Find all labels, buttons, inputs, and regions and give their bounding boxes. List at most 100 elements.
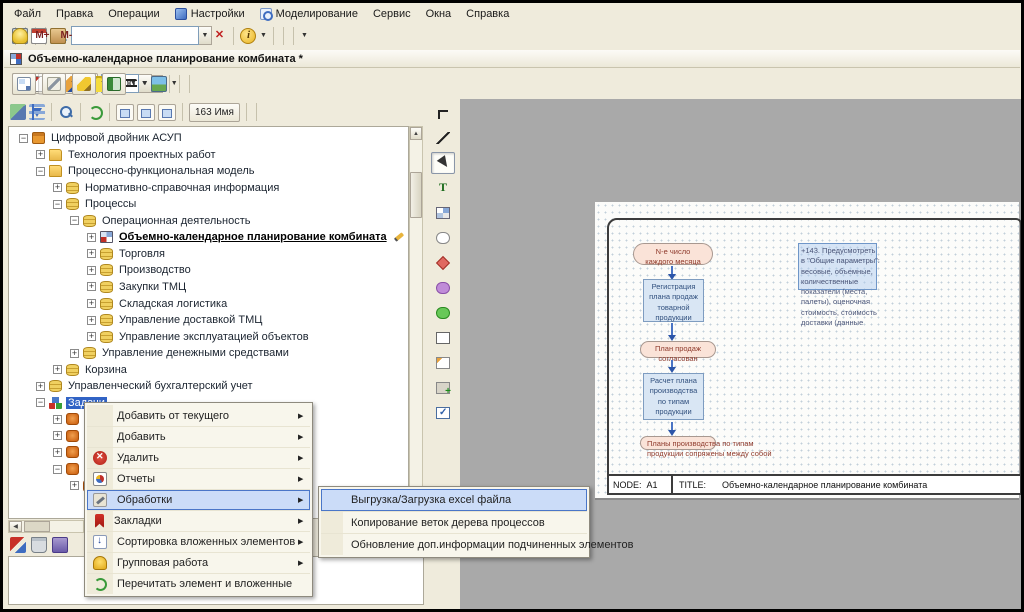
expand-toggle-icon[interactable]: − <box>36 167 45 176</box>
menu-окна[interactable]: Окна <box>426 8 452 20</box>
scroll-thumb[interactable] <box>410 172 422 218</box>
menu-файл[interactable]: Файл <box>14 8 41 20</box>
scroll-thumb[interactable] <box>24 521 50 532</box>
dropdown-icon[interactable]: ▼ <box>171 80 178 87</box>
context-menu-item[interactable]: Сортировка вложенных элементов ▶ <box>87 531 310 552</box>
menu-справка[interactable]: Справка <box>466 8 509 20</box>
search-dropdown-icon[interactable]: ▼ <box>199 26 212 45</box>
structure-icon[interactable] <box>29 104 45 120</box>
expand-toggle-icon[interactable]: + <box>36 382 45 391</box>
tree-item[interactable]: − Процессно-функциональная модель <box>36 163 256 179</box>
context-menu-item[interactable]: Отчеты ▶ <box>87 468 310 489</box>
process-shape[interactable]: Расчет планапроизводствапо типампродукци… <box>643 373 704 420</box>
lamp-icon[interactable] <box>12 28 28 44</box>
expand-toggle-icon[interactable]: + <box>87 249 96 258</box>
tree-item[interactable]: + <box>53 411 87 427</box>
hierarchy-icon[interactable] <box>12 73 36 95</box>
calculator-memory-button[interactable]: M+ <box>31 30 53 41</box>
tree-horizontal-scrollbar[interactable]: ◀ <box>8 520 84 533</box>
check-tool[interactable] <box>431 402 455 424</box>
expand-toggle-icon[interactable]: + <box>87 266 96 275</box>
tree-item[interactable]: + Объемно-календарное планирование комби… <box>87 229 404 245</box>
process-shape[interactable]: Регистрацияплана продажтоварнойпродукции <box>643 279 704 322</box>
tree-vertical-scrollbar[interactable]: ▲ ▼ <box>409 126 423 519</box>
scroll-left-icon[interactable]: ◀ <box>9 521 22 532</box>
tree-item[interactable]: + Технология проектных работ <box>36 147 218 163</box>
event-shape[interactable]: N-е числокаждого месяца <box>633 243 713 265</box>
tree-item[interactable]: + <box>53 428 87 444</box>
expand-toggle-icon[interactable]: + <box>70 349 79 358</box>
import-icon[interactable] <box>10 104 26 120</box>
refresh-tree-icon[interactable] <box>87 104 103 120</box>
print-saved-icon[interactable] <box>52 537 68 553</box>
search-clear-icon[interactable]: ✕ <box>212 26 227 45</box>
picture-icon[interactable] <box>151 76 167 92</box>
context-menu-item[interactable]: Удалить ▶ <box>87 447 310 468</box>
expand-toggle-icon[interactable]: + <box>53 415 62 424</box>
note-text[interactable]: +143. Предусмотретьв "Общие параметры":в… <box>801 246 913 328</box>
tree-item[interactable]: + Торговля <box>87 246 167 262</box>
highlighter-icon[interactable] <box>72 73 96 95</box>
event-shape[interactable]: Планы производства по типампродукции соп… <box>640 436 716 450</box>
flow-arrow[interactable] <box>671 323 673 336</box>
expand-toggle-icon[interactable]: + <box>36 150 45 159</box>
search-input[interactable] <box>71 26 199 45</box>
info-dropdown-icon[interactable]: ▼ <box>260 32 267 39</box>
info-icon[interactable] <box>240 28 256 44</box>
submenu-item[interactable]: Обновление доп.информации подчиненных эл… <box>321 533 587 555</box>
tree-item[interactable]: + Управление доставкой ТМЦ <box>87 312 264 328</box>
expand-toggle-icon[interactable]: + <box>87 282 96 291</box>
flow-arrow[interactable] <box>671 422 673 431</box>
context-menu-item[interactable]: Добавить от текущего ▶ <box>87 405 310 426</box>
tree-item[interactable]: + Производство <box>87 262 193 278</box>
expand-toggle-icon[interactable]: − <box>19 134 28 143</box>
expand-toggle-icon[interactable]: + <box>53 183 62 192</box>
event-shape[interactable]: План продажсогласован <box>640 341 716 358</box>
exit-icon[interactable] <box>102 73 126 95</box>
flow-arrow[interactable] <box>671 360 673 368</box>
tree-item[interactable]: + <box>53 444 87 460</box>
expand-toggle-icon[interactable]: − <box>53 465 62 474</box>
expand-toggle-icon[interactable]: + <box>53 431 62 440</box>
interval-icon[interactable] <box>10 537 26 553</box>
context-menu-item[interactable]: Перечитать элемент и вложенные ▶ <box>87 573 310 594</box>
expand-toggle-icon[interactable]: + <box>87 233 96 242</box>
tree-item[interactable]: + Управленческий бухгалтерский учет <box>36 378 255 394</box>
dropdown-icon[interactable]: ▼ <box>130 80 137 87</box>
tree-item[interactable]: + Складская логистика <box>87 296 229 312</box>
grid-tool[interactable] <box>431 202 455 224</box>
text-tool[interactable] <box>431 177 455 199</box>
shape-add-tool[interactable] <box>431 377 455 399</box>
trash-icon[interactable] <box>31 537 47 553</box>
flow-arrow[interactable] <box>671 266 673 275</box>
tree-item[interactable]: + Закупки ТМЦ <box>87 279 188 295</box>
expand-toggle-icon[interactable]: + <box>53 365 62 374</box>
diamond-tool[interactable] <box>431 252 455 274</box>
collapse-node-button[interactable] <box>116 104 134 121</box>
expand-toggle-icon[interactable]: − <box>70 216 79 225</box>
expand-toggle-icon[interactable]: + <box>70 481 79 490</box>
select-tool[interactable] <box>431 152 455 174</box>
rect-tool[interactable] <box>431 327 455 349</box>
document-tool[interactable] <box>431 352 455 374</box>
expand-toggle-icon[interactable]: + <box>87 316 96 325</box>
line-tool[interactable] <box>431 127 455 149</box>
submenu-item[interactable]: Копирование веток дерева процессов ▶ <box>321 511 587 533</box>
tree-item[interactable]: + Нормативно-справочная информация <box>53 180 281 196</box>
menu-моделирование[interactable]: Моделирование <box>260 8 358 20</box>
expand-toggle-icon[interactable]: − <box>36 398 45 407</box>
expand-toggle-icon[interactable]: + <box>87 332 96 341</box>
tree-item[interactable]: + Управление денежными средствами <box>70 345 291 361</box>
elbow-connector-tool[interactable] <box>431 102 455 124</box>
rounded-rect-tool[interactable] <box>431 227 455 249</box>
expand-toggle-icon[interactable]: + <box>53 448 62 457</box>
tree-item[interactable]: − <box>53 461 87 477</box>
submenu-item[interactable]: Выгрузка/Загрузка excel файла ▶ <box>321 489 587 511</box>
expand-toggle-icon[interactable]: + <box>87 299 96 308</box>
tree-item[interactable]: − Операционная деятельность <box>70 213 252 229</box>
tree-item[interactable]: + Управление эксплуатацией объектов <box>87 329 311 345</box>
calculator-memory-button[interactable]: M- <box>57 30 77 41</box>
tree-item[interactable]: − Процессы <box>53 196 138 212</box>
context-menu-item[interactable]: Закладки ▶ <box>87 510 310 531</box>
context-menu-item[interactable]: Обработки ▶ <box>87 489 310 510</box>
